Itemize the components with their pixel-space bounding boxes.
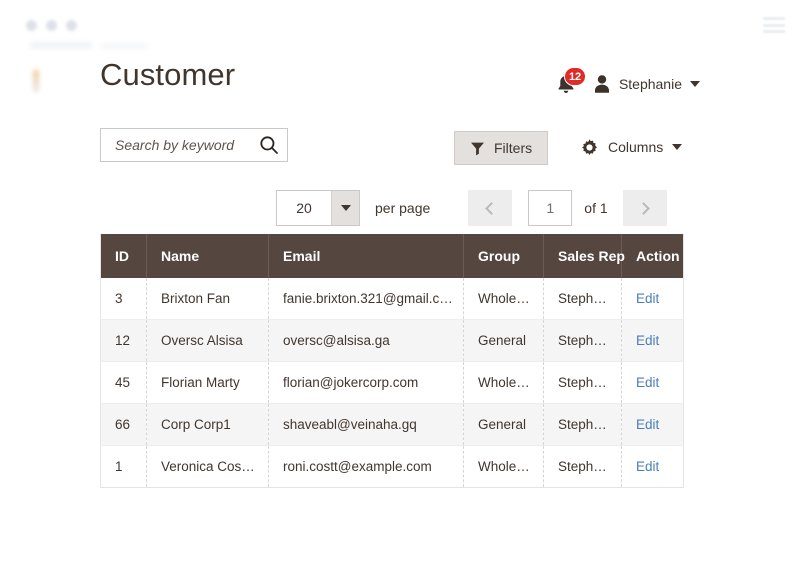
cell-email: roni.costt@example.com <box>268 445 464 488</box>
cell-group: General <box>463 319 544 362</box>
column-header-email[interactable]: Email <box>268 234 464 278</box>
chevron-down-icon <box>340 205 351 211</box>
per-page-value: 20 <box>296 200 312 216</box>
table-header-row: ID Name Email Group Sales Rep Action <box>100 234 684 278</box>
column-header-group[interactable]: Group <box>463 234 544 278</box>
notification-count-badge: 12 <box>563 67 587 86</box>
cell-name: Veronica Costello <box>146 445 269 488</box>
cell-id: 45 <box>100 361 147 404</box>
filters-button[interactable]: Filters <box>454 131 549 165</box>
funnel-icon <box>470 141 485 156</box>
cell-group: Wholesale <box>463 278 544 320</box>
window-maximize-dot[interactable] <box>66 20 77 31</box>
table-head: ID Name Email Group Sales Rep Action <box>100 234 684 278</box>
table-body: 3 Brixton Fan fanie.brixton.321@gmail.co… <box>100 278 684 488</box>
hamburger-bar <box>763 17 785 20</box>
edit-link[interactable]: Edit <box>636 375 659 390</box>
pagination-controls: 20 per page of 1 <box>276 190 667 226</box>
cell-sales-rep: Stephanie <box>543 403 622 446</box>
previous-page-button[interactable] <box>468 190 513 226</box>
page-header: Customer 12 Stephanie <box>100 57 700 112</box>
notifications-button[interactable]: 12 <box>555 67 587 96</box>
columns-control[interactable]: Columns <box>580 132 683 162</box>
page-title: Customer <box>100 57 236 92</box>
column-header-action: Action <box>621 234 684 278</box>
cell-sales-rep: Stephanie <box>543 319 622 362</box>
next-page-button[interactable] <box>622 190 667 226</box>
columns-label: Columns <box>608 139 664 155</box>
window-close-dot[interactable] <box>26 20 37 31</box>
per-page-label: per page <box>375 200 431 216</box>
chevron-left-icon <box>485 201 499 215</box>
user-name-label: Stephanie <box>618 76 682 92</box>
cell-action: Edit <box>621 278 684 320</box>
customer-grid: ID Name Email Group Sales Rep Action 3 B… <box>100 234 684 488</box>
hamburger-icon[interactable] <box>763 17 785 33</box>
header-actions: 12 Stephanie <box>555 67 700 96</box>
cell-action: Edit <box>621 361 684 404</box>
window-controls[interactable] <box>26 20 77 31</box>
table-row[interactable]: 45 Florian Marty florian@jokercorp.com W… <box>100 361 684 404</box>
cell-action: Edit <box>621 445 684 488</box>
cell-name: Florian Marty <box>146 361 269 404</box>
table-row[interactable]: 66 Corp Corp1 shaveabl@veinaha.gq Genera… <box>100 403 684 446</box>
table-row[interactable]: 1 Veronica Costello roni.costt@example.c… <box>100 445 684 488</box>
chrome-ghost-element-2 <box>100 43 148 49</box>
search-icon[interactable] <box>259 135 279 155</box>
customer-table: ID Name Email Group Sales Rep Action 3 B… <box>100 234 684 488</box>
column-header-sales-rep[interactable]: Sales Rep <box>543 234 625 278</box>
chrome-ghost-element <box>30 42 92 49</box>
table-row[interactable]: 12 Oversc Alsisa oversc@alsisa.ga Genera… <box>100 319 684 362</box>
table-row[interactable]: 3 Brixton Fan fanie.brixton.321@gmail.co… <box>100 278 684 320</box>
page-number-input[interactable] <box>528 190 573 226</box>
column-header-name[interactable]: Name <box>146 234 269 278</box>
cell-sales-rep: Stephanie <box>543 278 622 320</box>
sidebar-rail-ghost <box>33 70 39 92</box>
cell-sales-rep: Stephanie <box>543 445 622 488</box>
cell-name: Brixton Fan <box>146 278 269 320</box>
filters-label: Filters <box>494 140 533 156</box>
per-page-caret-button[interactable] <box>331 191 359 225</box>
column-header-id[interactable]: ID <box>100 234 147 278</box>
cell-email: oversc@alsisa.ga <box>268 319 464 362</box>
cell-sales-rep: Stephanie <box>543 361 622 404</box>
cell-email: florian@jokercorp.com <box>268 361 464 404</box>
edit-link[interactable]: Edit <box>636 333 659 348</box>
edit-link[interactable]: Edit <box>636 291 659 306</box>
search-input[interactable] <box>113 136 259 154</box>
chevron-down-icon <box>672 144 683 150</box>
cell-id: 1 <box>100 445 147 488</box>
cell-group: Wholesale <box>463 445 544 488</box>
cell-id: 66 <box>100 403 147 446</box>
cell-id: 3 <box>100 278 147 320</box>
user-menu[interactable]: Stephanie <box>593 74 700 94</box>
cell-email: fanie.brixton.321@gmail.com <box>268 278 464 320</box>
app-page: Customer 12 Stephanie Search by keyword … <box>0 0 800 578</box>
cell-email: shaveabl@veinaha.gq <box>268 403 464 446</box>
search-box[interactable] <box>100 128 288 162</box>
chevron-down-icon <box>690 81 700 87</box>
cell-action: Edit <box>621 319 684 362</box>
cell-name: Corp Corp1 <box>146 403 269 446</box>
cell-id: 12 <box>100 319 147 362</box>
cell-group: General <box>463 403 544 446</box>
hamburger-bar <box>763 30 785 33</box>
cell-action: Edit <box>621 403 684 446</box>
edit-link[interactable]: Edit <box>636 459 659 474</box>
user-avatar-icon <box>593 74 611 94</box>
grid-toolbar: Filters Columns <box>100 128 683 165</box>
gear-icon <box>580 138 599 157</box>
total-pages-label: of 1 <box>584 200 608 216</box>
cell-name: Oversc Alsisa <box>146 319 269 362</box>
window-chrome <box>0 0 800 52</box>
window-minimize-dot[interactable] <box>46 20 57 31</box>
hamburger-bar <box>763 23 785 27</box>
cell-group: Wholesale <box>463 361 544 404</box>
chevron-right-icon <box>636 201 650 215</box>
edit-link[interactable]: Edit <box>636 417 659 432</box>
per-page-select[interactable]: 20 <box>276 190 360 226</box>
